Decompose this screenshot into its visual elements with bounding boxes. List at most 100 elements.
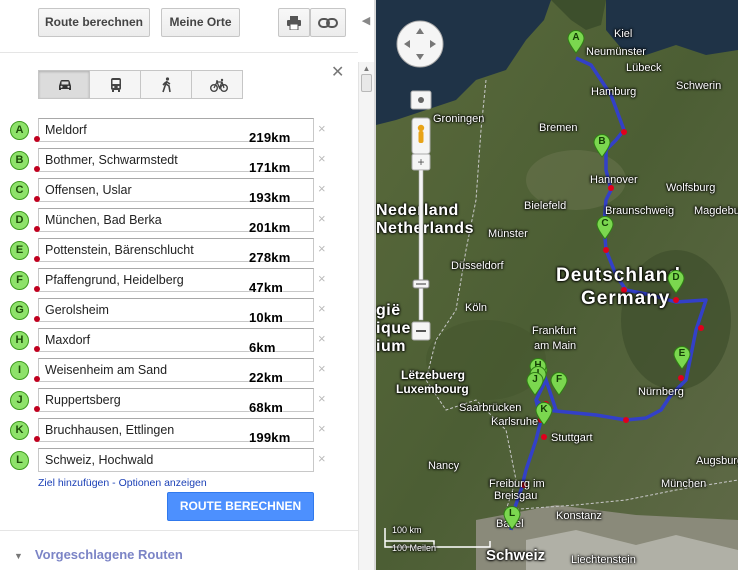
scroll-up-arrow-icon[interactable]: ▲ [361,64,372,73]
scale-miles-label: 100 Meilen [392,543,437,553]
waypoint-marker-icon[interactable]: D [10,211,29,230]
bottom-separator [0,530,358,531]
map-waypoint-pin-icon[interactable]: C [596,216,614,240]
segment-distance: 199km [249,430,291,445]
waypoint-row: I Weisenheim am Sand × 22km [0,346,358,388]
waypoint-row: D München, Bad Berka × 201km [0,196,358,238]
mode-car-button[interactable] [38,70,90,99]
map-city-label: Freiburg im [489,478,545,490]
map-waypoint-pin-icon[interactable]: F [550,372,568,396]
map-country-label: ique [376,320,411,337]
map-waypoint-pin-icon[interactable]: E [673,346,691,370]
scrollbar-thumb[interactable] [361,74,372,92]
remove-waypoint-icon[interactable]: × [318,272,328,286]
link-icon [318,18,338,28]
remove-waypoint-icon[interactable]: × [318,212,328,226]
remove-waypoint-icon[interactable]: × [318,332,328,346]
map-city-label: Lübeck [626,62,662,74]
waypoint-marker-icon[interactable]: G [10,301,29,320]
map-waypoint-pin-icon[interactable]: K [535,402,553,426]
map-view[interactable]: Kiel Neumünster Lübeck Schwerin Hamburg … [376,0,738,570]
map-city-label: Nürnberg [638,386,684,398]
suggested-routes-toggle[interactable]: ▼ Vorgeschlagene Routen [14,547,183,562]
pan-control[interactable] [396,20,444,68]
map-waypoint-pin-icon[interactable]: J [526,372,544,396]
map-city-label: Hannover [590,174,638,186]
map-waypoint-pin-icon[interactable]: D [667,270,685,294]
remove-waypoint-icon[interactable]: × [318,392,328,406]
route-dot [34,436,40,442]
map-city-label: Köln [465,302,488,314]
remove-waypoint-icon[interactable]: × [318,152,328,166]
print-button[interactable] [278,8,310,37]
waypoint-marker-icon[interactable]: C [10,181,29,200]
map-country-label: Schweiz [486,547,546,564]
car-icon [59,80,71,90]
link-button[interactable] [310,8,346,37]
show-options-link[interactable]: Optionen anzeigen [119,477,207,489]
segment-distance: 193km [249,190,291,205]
my-places-button[interactable]: Meine Orte [161,8,240,37]
map-pin-letter: L [508,508,516,519]
segment-distance: 68km [249,400,284,415]
remove-waypoint-icon[interactable]: × [318,302,328,316]
map-city-label: Stuttgart [551,432,593,444]
map-pin-letter: J [532,374,538,385]
remove-waypoint-icon[interactable]: × [318,422,328,436]
map-city-label: Braunschweig [605,205,675,217]
waypoint-marker-icon[interactable]: I [10,361,29,380]
waypoint-row: H Maxdorf × 6km [0,316,358,358]
segment-distance: 219km [249,130,291,145]
map-city-label: Wolfsburg [666,182,716,194]
map-city-label: Frankfurt [532,325,577,337]
map-city-label: Saarbrücken [459,402,522,414]
map-waypoint-pin-icon[interactable]: L [503,506,521,530]
map-waypoint-pin-icon[interactable]: B [593,134,611,158]
remove-waypoint-icon[interactable]: × [318,452,328,466]
map-pin-letter: C [601,218,609,229]
segment-distance: 278km [249,250,291,265]
map-city-label: Hamburg [591,86,637,98]
waypoint-marker-icon[interactable]: L [10,451,29,470]
close-directions-icon[interactable]: ✕ [331,65,345,81]
waypoint-marker-icon[interactable]: F [10,271,29,290]
suggested-routes-label: Vorgeschlagene Routen [34,547,183,562]
waypoint-marker-icon[interactable]: B [10,151,29,170]
remove-waypoint-icon[interactable]: × [318,242,328,256]
waypoint-marker-icon[interactable]: E [10,241,29,260]
map-city-label: Groningen [433,113,485,125]
map-pin-letter: A [572,32,580,43]
waypoint-marker-icon[interactable]: A [10,121,29,140]
waypoint-row: K Bruchhausen, Ettlingen × 199km [0,406,358,448]
waypoint-marker-icon[interactable]: J [10,391,29,410]
remove-waypoint-icon[interactable]: × [318,122,328,136]
waypoint-row: E Pottenstein, Bärenschlucht × 278km [0,226,358,268]
map-waypoint-pin-icon[interactable]: A [567,30,585,54]
route-dot [34,196,40,202]
waypoint-row: G Gerolsheim × 10km [0,286,358,328]
map-scale: 100 km 100 Meilen [384,525,494,553]
waypoint-marker-icon[interactable]: H [10,331,29,350]
calculate-route-button[interactable]: ROUTE BERECHNEN [167,492,314,521]
waypoint-row: C Offensen, Uslar × 193km [0,166,358,208]
route-button[interactable]: Route berechnen [38,8,150,37]
zoom-slider[interactable]: + [410,90,432,350]
scale-km-label: 100 km [392,525,422,535]
mode-walking-button[interactable] [140,70,192,99]
directions-panel: Route berechnen Meine Orte ✕ A Meldorf ×… [0,0,358,570]
print-icon [287,16,301,31]
remove-waypoint-icon[interactable]: × [318,182,328,196]
mode-bicycling-button[interactable] [191,70,243,99]
map-city-label: Neumünster [586,46,646,58]
panel-scrollbar[interactable]: ▲ [358,62,374,570]
add-destination-link[interactable]: Ziel hinzufügen [38,477,109,489]
map-city-label: Kiel [614,28,633,40]
directions-links: Ziel hinzufügen - Optionen anzeigen [38,477,207,489]
remove-waypoint-icon[interactable]: × [318,362,328,376]
waypoint-input[interactable]: Schweiz, Hochwald [38,448,314,472]
mode-transit-button[interactable] [89,70,141,99]
waypoint-marker-icon[interactable]: K [10,421,29,440]
map-country-label: gië [376,302,401,319]
collapse-panel-icon[interactable]: ◀ [358,14,374,28]
route-dot [34,316,40,322]
